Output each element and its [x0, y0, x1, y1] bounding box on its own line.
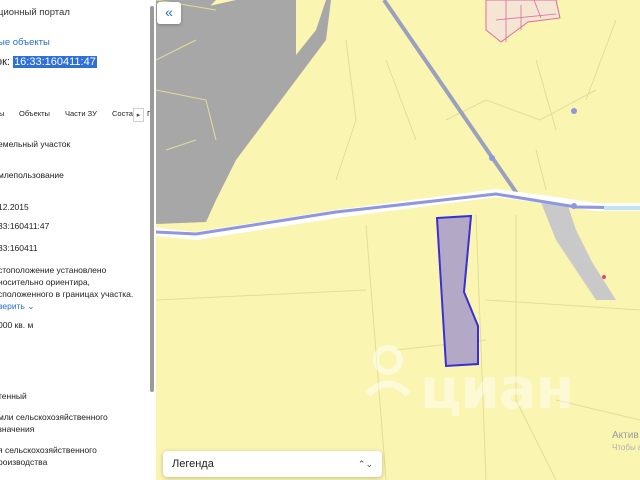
field-type: емельный участок	[0, 139, 71, 149]
map-node-3	[571, 108, 577, 114]
field-use-2: роизводства	[0, 457, 48, 467]
info-panel: ционный портал ые объекты ок: 16:33:1604…	[0, 0, 156, 480]
field-category-2: значения	[0, 424, 35, 434]
field-kind: млепользование	[0, 170, 64, 180]
chevron-updown-icon: ⌃⌄	[357, 459, 373, 469]
field-use-1: я сельскохозяйственного	[0, 445, 97, 455]
cadastral-label: ок:	[0, 56, 10, 68]
grey-strip-right	[540, 200, 616, 300]
road-node-2	[571, 203, 577, 209]
tab-objects[interactable]: Объекты	[19, 109, 50, 118]
field-status: тенный	[0, 391, 27, 401]
field-category-1: мли сельскохозяйственного	[0, 412, 108, 422]
portal-title: ционный портал	[0, 7, 70, 18]
field-cadastral-number: 33:160411:47	[0, 221, 50, 231]
selected-parcel	[435, 214, 479, 368]
tab-next-button[interactable]: ▸	[133, 108, 144, 122]
panel-scrollbar[interactable]	[150, 6, 154, 392]
field-date: 12.2015	[0, 202, 29, 212]
tab-composition[interactable]: Соста	[112, 109, 133, 118]
field-area: 000 кв. м	[0, 320, 34, 330]
chevron-right-icon: ▸	[136, 112, 141, 119]
red-point	[602, 275, 606, 279]
objects-link[interactable]: ые объекты	[0, 37, 50, 48]
pink-area	[485, 0, 561, 43]
road-node-1	[489, 155, 495, 161]
tab-info[interactable]: ы	[0, 109, 4, 118]
activation-notice-text: Чтобы а	[612, 443, 640, 452]
field-quarter: 33:160411	[0, 243, 38, 253]
activation-notice-title: Актив	[612, 430, 639, 441]
show-more-label: верить	[0, 301, 25, 311]
legend-dropdown[interactable]: Легенда ⌃⌄	[163, 451, 382, 477]
cadastral-row: ок: 16:33:160411:47	[0, 56, 97, 68]
cian-watermark: циан	[420, 357, 574, 422]
field-address-2: носительно ориентира,	[0, 277, 90, 287]
show-more-link[interactable]: верить ⌄	[0, 301, 34, 312]
tab-parts[interactable]: Части ЗУ	[65, 109, 97, 118]
field-address-3: сположенного в границах участка.	[0, 289, 134, 299]
collapse-panel-button[interactable]: «	[157, 2, 181, 24]
cadastral-number[interactable]: 16:33:160411:47	[13, 56, 97, 68]
chevron-down-icon: ⌄	[27, 301, 35, 311]
legend-label: Легенда	[172, 458, 214, 470]
field-address-1: стоположение установлено	[0, 265, 107, 275]
cian-logo-watermark	[365, 345, 411, 397]
